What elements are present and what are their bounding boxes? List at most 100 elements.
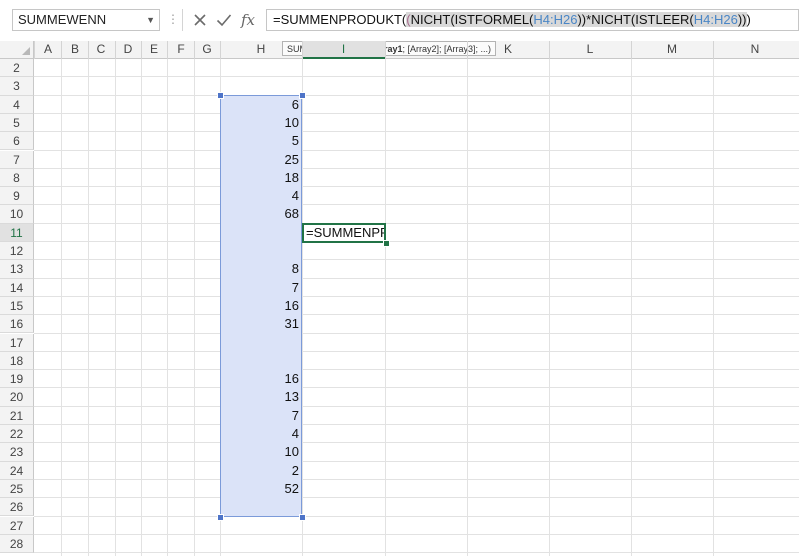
formula-token: ISTFORMEL( xyxy=(454,12,534,27)
formula-token: ISTLEER( xyxy=(635,12,694,27)
column-header-k[interactable]: K xyxy=(488,41,528,59)
row-header-9[interactable]: 9 xyxy=(0,187,34,206)
row-header-23[interactable]: 23 xyxy=(0,443,34,462)
cell-h13[interactable]: 8 xyxy=(220,260,302,278)
row-header-11[interactable]: 11 xyxy=(0,223,34,242)
active-cell-editor[interactable]: =SUMMENPRODUKT( xyxy=(302,223,386,243)
enter-check-icon[interactable] xyxy=(213,9,235,31)
row-header-5[interactable]: 5 xyxy=(0,113,34,133)
gridline-horizontal xyxy=(34,442,799,444)
gridline-vertical xyxy=(141,59,142,556)
formula-token: H4:H26 xyxy=(693,12,738,27)
gridline-horizontal xyxy=(34,460,799,462)
row-header-22[interactable]: 22 xyxy=(0,425,34,444)
gridline-vertical xyxy=(631,59,632,556)
gridline-horizontal xyxy=(34,241,799,242)
gridline-vertical xyxy=(88,59,89,556)
fill-handle[interactable] xyxy=(383,240,390,247)
row-header-27[interactable]: 27 xyxy=(0,516,34,535)
chevron-down-icon[interactable]: ▼ xyxy=(146,10,155,30)
range-handle-bottom-left[interactable] xyxy=(217,514,224,521)
cell-h20[interactable]: 13 xyxy=(220,388,302,406)
row-header-12[interactable]: 12 xyxy=(0,242,34,261)
cell-h19[interactable]: 16 xyxy=(220,370,302,388)
row-header-8[interactable]: 8 xyxy=(0,168,34,188)
column-header-divider[interactable] xyxy=(549,41,550,59)
column-header-divider[interactable] xyxy=(220,41,221,59)
cell-h23[interactable]: 10 xyxy=(220,443,302,461)
cell-h7[interactable]: 25 xyxy=(220,151,302,169)
gridline-vertical xyxy=(713,59,714,556)
column-header-divider[interactable] xyxy=(115,41,116,59)
column-header-divider[interactable] xyxy=(194,41,195,59)
gridline-horizontal xyxy=(34,167,799,169)
range-handle-bottom-right[interactable] xyxy=(299,514,306,521)
row-header-26[interactable]: 26 xyxy=(0,498,34,517)
row-header-20[interactable]: 20 xyxy=(0,388,34,407)
gridline-horizontal xyxy=(34,478,799,480)
gridline-vertical xyxy=(61,59,62,556)
gridline-horizontal xyxy=(34,332,799,334)
cell-h10[interactable]: 68 xyxy=(220,205,302,223)
formula-token: ( xyxy=(406,12,411,27)
cell-h4[interactable]: 6 xyxy=(220,96,302,114)
row-header-17[interactable]: 17 xyxy=(0,333,34,352)
column-header-divider[interactable] xyxy=(713,41,714,59)
cell-h9[interactable]: 4 xyxy=(220,187,302,205)
gridline-horizontal xyxy=(34,295,799,297)
drag-handle-icon[interactable]: ⋮ xyxy=(167,12,179,26)
column-header-divider[interactable] xyxy=(141,41,142,59)
formula-bar: SUMMEWENN ▼ ⋮ fx =SUMMENPRODUKT((NICHT(I… xyxy=(0,0,799,40)
gridline-horizontal xyxy=(34,112,799,114)
cell-h6[interactable]: 5 xyxy=(220,132,302,150)
row-header-19[interactable]: 19 xyxy=(0,370,34,389)
cell-h5[interactable]: 10 xyxy=(220,114,302,132)
cell-h15[interactable]: 16 xyxy=(220,297,302,315)
column-header-divider[interactable] xyxy=(467,41,468,59)
row-header-7[interactable]: 7 xyxy=(0,150,34,169)
formula-input[interactable]: =SUMMENPRODUKT((NICHT(ISTFORMEL(H4:H26))… xyxy=(266,9,799,31)
insert-function-icon[interactable]: fx xyxy=(237,9,259,31)
cell-h25[interactable]: 52 xyxy=(220,480,302,498)
cell-h22[interactable]: 4 xyxy=(220,425,302,443)
row-header-24[interactable]: 24 xyxy=(0,461,34,480)
formula-token: )) xyxy=(737,12,747,27)
cell-h14[interactable]: 7 xyxy=(220,279,302,297)
row-header-6[interactable]: 6 xyxy=(0,132,34,151)
row-header-10[interactable]: 10 xyxy=(0,205,34,224)
gridline-horizontal xyxy=(34,533,799,535)
column-header-divider[interactable] xyxy=(34,41,35,59)
row-header-16[interactable]: 16 xyxy=(0,315,34,334)
row-header-25[interactable]: 25 xyxy=(0,479,34,499)
row-header-21[interactable]: 21 xyxy=(0,406,34,425)
cell-h8[interactable]: 18 xyxy=(220,169,302,187)
column-header-n[interactable]: N xyxy=(735,41,775,59)
column-header-divider[interactable] xyxy=(167,41,168,59)
column-header-divider[interactable] xyxy=(302,41,303,59)
row-header-18[interactable]: 18 xyxy=(0,351,34,371)
gridline-horizontal xyxy=(34,186,799,188)
cell-h21[interactable]: 7 xyxy=(220,407,302,425)
row-header-2[interactable]: 2 xyxy=(0,59,34,78)
row-header-28[interactable]: 28 xyxy=(0,534,34,554)
column-header-divider[interactable] xyxy=(631,41,632,59)
column-header-divider[interactable] xyxy=(385,41,386,59)
column-header-divider[interactable] xyxy=(61,41,62,59)
column-header-m[interactable]: M xyxy=(652,41,692,59)
row-header-3[interactable]: 3 xyxy=(0,77,34,96)
row-header-13[interactable]: 13 xyxy=(0,260,34,279)
row-header-4[interactable]: 4 xyxy=(0,95,34,114)
name-box[interactable]: SUMMEWENN ▼ xyxy=(12,9,160,31)
column-header-h[interactable]: H xyxy=(241,41,281,59)
column-header-i[interactable]: I xyxy=(302,41,385,59)
column-header-l[interactable]: L xyxy=(570,41,610,59)
row-header-15[interactable]: 15 xyxy=(0,296,34,316)
cancel-icon[interactable] xyxy=(189,9,211,31)
row-header-14[interactable]: 14 xyxy=(0,278,34,297)
cell-h24[interactable]: 2 xyxy=(220,462,302,480)
gridline-horizontal xyxy=(34,387,799,389)
cell-h16[interactable]: 31 xyxy=(220,315,302,333)
column-header-divider[interactable] xyxy=(88,41,89,59)
gridline-horizontal xyxy=(34,222,799,224)
column-header-g[interactable]: G xyxy=(187,41,227,59)
